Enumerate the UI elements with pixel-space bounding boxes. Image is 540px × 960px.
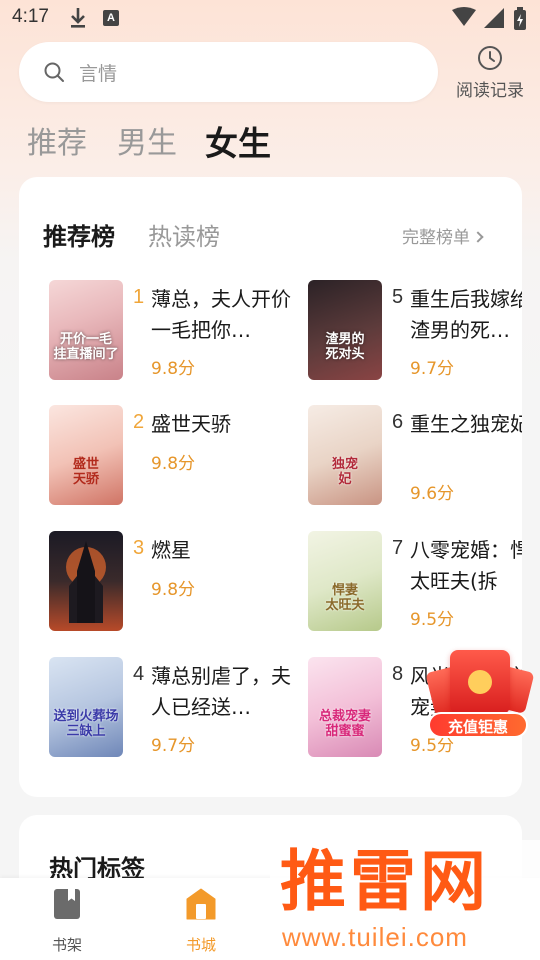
reading-history-button[interactable]: 阅读记录 — [452, 44, 528, 101]
nav-bookshelf-label: 书架 — [51, 936, 82, 954]
book-item-5[interactable]: 渣男的死对头 5 重生后我嫁给了渣男的死… 9.7分 — [308, 280, 522, 384]
signal-icon — [484, 8, 504, 28]
book-cover[interactable]: 总裁宠妻 甜蜜蜜 — [308, 657, 382, 757]
system-status-icons — [452, 7, 526, 30]
book-cover[interactable]: 开价一毛 挂直播间了 — [49, 280, 123, 380]
book-rank: 1 — [133, 286, 145, 308]
book-cover[interactable]: 送到火葬场 三缺上 — [49, 657, 123, 757]
cover-title: 悍妻 太旺夫 — [325, 583, 365, 613]
recharge-promo-button[interactable]: 充值钜惠 — [425, 646, 535, 742]
book-rank: 4 — [133, 663, 145, 685]
book-cover[interactable]: 渣男的 死对头 — [308, 280, 382, 380]
book-rank: 3 — [133, 537, 145, 559]
book-title: 八零宠婚：悍妻太旺夫(拆 — [410, 538, 522, 593]
book-title: 重生之独宠妃 — [410, 412, 522, 436]
download-icon — [71, 8, 85, 28]
book-cover[interactable] — [49, 531, 123, 631]
cover-title: 盛世 天骄 — [72, 457, 99, 487]
book-item-4[interactable]: 送到火葬场 三缺上 4 薄总别虐了，夫人已经送… 9.7分 — [49, 657, 299, 761]
book-cover[interactable]: 独宠妃 — [308, 405, 382, 505]
book-score: 9.7分 — [410, 359, 455, 379]
book-title: 薄总，夫人开价一毛把你… — [151, 287, 291, 342]
book-rank: 5 — [392, 286, 404, 308]
cover-art — [66, 541, 106, 623]
watermark-logo: 推雷网 — [280, 843, 490, 920]
tab-recommend[interactable]: 推荐 — [27, 118, 87, 162]
nav-bookstore-label: 书城 — [185, 936, 216, 954]
watermark: 推雷网 www.tuilei.com — [270, 840, 540, 960]
book-title: 燃星 — [151, 538, 191, 562]
book-item-6[interactable]: 独宠妃 6 重生之独宠妃 9.6分 — [308, 405, 522, 509]
book-rank: 6 — [392, 411, 404, 433]
status-bar: 4:17 A — [0, 0, 540, 36]
full-list-link[interactable]: 完整榜单 — [402, 223, 484, 248]
notification-a-icon: A — [103, 10, 119, 26]
book-cover[interactable]: 盛世 天骄 — [49, 405, 123, 505]
tab-recommend-list[interactable]: 推荐榜 — [43, 217, 115, 252]
book-score: 9.6分 — [410, 484, 455, 504]
wifi-icon — [452, 7, 476, 26]
nav-bookshelf[interactable]: 书架 — [32, 888, 102, 955]
watermark-url: www.tuilei.com — [282, 922, 468, 952]
book-score: 9.5分 — [410, 610, 455, 630]
book-score: 9.8分 — [151, 359, 196, 379]
tab-male[interactable]: 男生 — [117, 118, 177, 162]
status-time: 4:17 — [12, 6, 49, 27]
book-item-2[interactable]: 盛世 天骄 2 盛世天骄 9.8分 — [49, 405, 299, 509]
reading-history-label: 阅读记录 — [456, 81, 524, 101]
tab-hot-reading-list[interactable]: 热读榜 — [148, 217, 220, 252]
book-score: 9.8分 — [151, 580, 196, 600]
cover-title: 渣男的 死对头 — [325, 332, 365, 362]
search-placeholder: 言情 — [79, 63, 118, 85]
book-rank: 7 — [392, 537, 404, 559]
promo-label: 充值钜惠 — [428, 712, 528, 738]
bookshelf-icon — [54, 889, 80, 919]
book-item-3[interactable]: 3 燃星 9.8分 — [49, 531, 299, 635]
book-score: 9.7分 — [151, 736, 196, 756]
book-item-1[interactable]: 开价一毛 挂直播间了 1 薄总，夫人开价一毛把你… 9.8分 — [49, 280, 299, 384]
search-icon — [44, 62, 64, 82]
clock-icon — [478, 46, 502, 70]
book-title: 重生后我嫁给了渣男的死… — [410, 287, 522, 342]
book-rank: 8 — [392, 663, 404, 685]
red-envelope-icon — [450, 650, 510, 714]
tab-female[interactable]: 女生 — [205, 117, 271, 165]
cover-title: 独宠妃 — [331, 457, 358, 487]
cover-title: 开价一毛 挂直播间了 — [53, 332, 119, 362]
cover-title: 送到火葬场 三缺上 — [53, 709, 119, 739]
cover-title: 总裁宠妻 甜蜜蜜 — [318, 709, 371, 739]
book-score: 9.8分 — [151, 454, 196, 474]
nav-bookstore[interactable]: 书城 — [166, 888, 236, 955]
search-input[interactable]: 言情 — [19, 42, 438, 102]
chevron-right-icon — [472, 231, 484, 243]
book-item-7[interactable]: 悍妻太旺夫 7 八零宠婚：悍妻太旺夫(拆 9.5分 — [308, 531, 522, 635]
book-title: 盛世天骄 — [151, 412, 231, 436]
book-rank: 2 — [133, 411, 145, 433]
book-cover[interactable]: 悍妻 太旺夫 — [308, 531, 382, 631]
full-list-label: 完整榜单 — [402, 228, 470, 248]
book-title: 薄总别虐了，夫人已经送… — [151, 664, 291, 719]
bookstore-icon — [186, 888, 216, 920]
